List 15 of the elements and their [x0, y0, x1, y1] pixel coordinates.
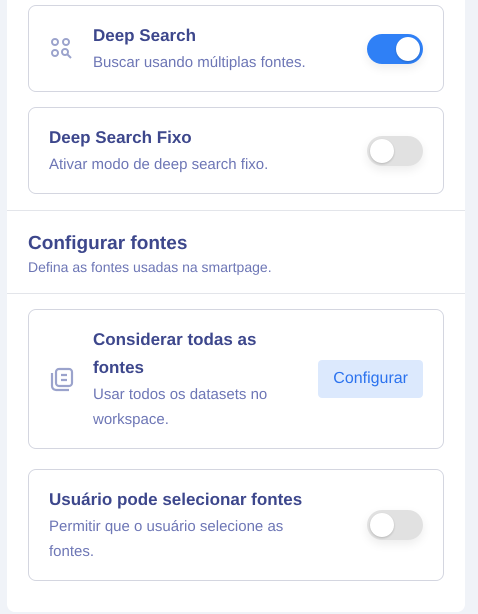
setting-title: Considerar todas as fontes	[93, 329, 258, 379]
setting-title: Deep Search Fixo	[49, 127, 193, 149]
toggle-switch[interactable]	[367, 136, 423, 166]
setting-title: Usuário pode selecionar fontes	[49, 489, 304, 511]
setting-description: Usar todos os datasets no workspace.	[93, 385, 268, 430]
setting-description: Buscar usando múltiplas fontes.	[93, 53, 307, 73]
section-title: Configurar fontes	[28, 232, 188, 256]
section-subtitle: Defina as fontes usadas na smartpage.	[28, 258, 273, 277]
list-icon	[49, 366, 75, 392]
setting-title: Deep Search	[93, 25, 197, 47]
toggle-switch[interactable]	[367, 510, 423, 540]
setting-description: Ativar modo de deep search fixo.	[49, 155, 270, 175]
setting-description: Permitir que o usuário selecione as fontes.	[49, 517, 284, 562]
configure-button[interactable]: Configurar	[318, 360, 423, 398]
toggle-switch[interactable]	[367, 34, 423, 64]
